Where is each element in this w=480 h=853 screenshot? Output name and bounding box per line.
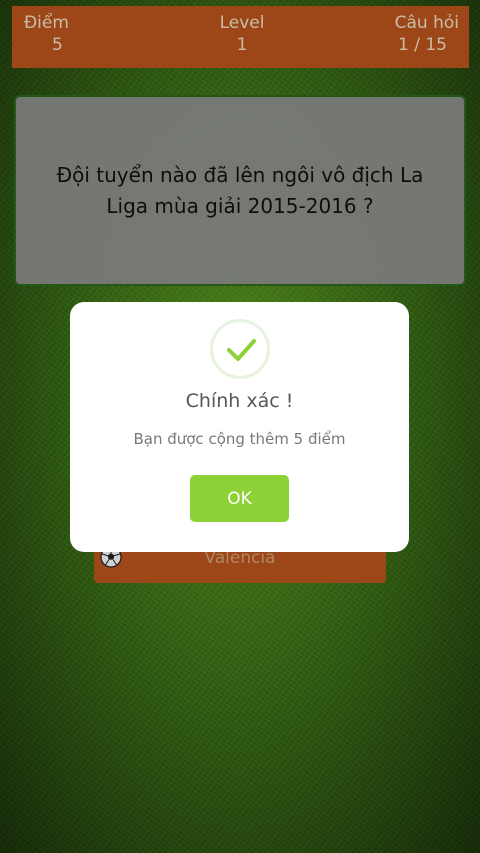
dialog-title: Chính xác ! — [185, 390, 294, 412]
success-badge — [210, 319, 270, 379]
checkmark-icon — [227, 339, 256, 361]
ok-button[interactable]: OK — [190, 475, 289, 522]
result-dialog: Chính xác ! Bạn được cộng thêm 5 điểm OK — [70, 302, 409, 552]
dialog-message: Bạn được cộng thêm 5 điểm — [133, 430, 346, 448]
